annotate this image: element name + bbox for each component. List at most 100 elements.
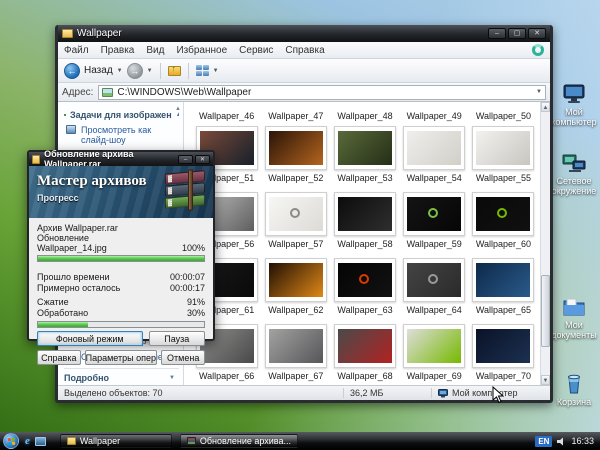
menu-item[interactable]: Сервис [239,45,273,56]
scrollbar-thumb[interactable] [541,275,550,347]
background-mode-button[interactable]: Фоновый режим [37,331,143,346]
chevron-down-icon[interactable]: ▼ [169,375,175,381]
thumbnail-accent [359,274,369,284]
minimize-button[interactable]: – [488,28,506,39]
vertical-scrollbar[interactable]: ▲ ▼ [540,102,550,385]
scroll-down-icon[interactable]: ▼ [541,375,550,385]
thumbnail-label: Wallpaper_66 [192,371,261,381]
picture-folder-icon [102,88,113,97]
back-button[interactable]: ← [64,63,80,79]
mouse-cursor [492,386,504,404]
views-dropdown-icon[interactable]: ▼ [213,68,219,74]
file-thumbnail[interactable]: Wallpaper_53 [330,126,399,192]
dialog-titlebar[interactable]: Обновление архива Wallpaper.rar – ✕ [29,152,213,166]
desktop-icon-my-documents[interactable]: Мои документы [546,296,600,340]
start-button[interactable] [3,433,19,449]
thumbnail-label: Wallpaper_48 [330,111,399,121]
picture-task[interactable]: Просмотреть как слайд-шоу [66,125,179,145]
chevron-up-icon[interactable]: ▲ [176,112,179,118]
file-thumbnail[interactable]: Wallpaper_62 [261,258,330,324]
forward-dropdown-icon[interactable]: ▼ [147,68,153,74]
thumbnail-label: Wallpaper_57 [261,239,330,249]
menu-item[interactable]: Вид [146,45,164,56]
language-indicator[interactable]: EN [535,436,552,447]
taskbar-button-winrar[interactable]: Обновление архива... [180,434,298,448]
stat-value: 00:00:07 [170,272,205,282]
address-dropdown-icon[interactable]: ▼ [536,89,542,95]
maximize-button[interactable]: ▢ [508,28,526,39]
desktop-icon-network-places[interactable]: Сетевое окружение [546,152,600,196]
volume-icon[interactable] [557,437,566,446]
folder-up-icon[interactable] [168,66,181,76]
cancel-button[interactable]: Отмена [161,350,205,365]
sidebar-scroll-up-icon[interactable]: ▲ [175,106,181,112]
dialog-close-button[interactable]: ✕ [195,155,210,164]
picture-tasks-header[interactable]: Задачи для изображен ▲ [64,110,179,120]
my-documents-icon [561,296,587,318]
explorer-titlebar[interactable]: Wallpaper – ▢ ✕ [58,25,550,42]
taskbar-clock[interactable]: 16:33 [571,436,594,446]
file-thumbnail[interactable]: Wallpaper_63 [330,258,399,324]
file-thumbnail[interactable]: Wallpaper_68 [330,324,399,385]
taskbar-button-wallpaper[interactable]: Wallpaper [60,434,172,448]
file-thumbnail[interactable]: Wallpaper_48 [330,108,399,126]
file-thumbnail[interactable]: Wallpaper_47 [261,108,330,126]
help-button[interactable]: Справка [37,350,81,365]
menu-bar: Файл Правка Вид Избранное Сервис Справка [58,42,550,59]
back-dropdown-icon[interactable]: ▼ [117,68,123,74]
back-button-label[interactable]: Назад [84,65,113,76]
picture-tasks-icon [64,114,66,116]
dialog-minimize-button[interactable]: – [178,155,193,164]
internet-explorer-icon[interactable]: e [25,435,30,447]
file-thumbnail[interactable]: Wallpaper_57 [261,192,330,258]
desktop-icon-my-computer[interactable]: Мой компьютер [546,83,600,127]
thumbnail-frame [334,192,396,236]
forward-button[interactable]: → [127,63,143,79]
file-thumbnail[interactable]: Wallpaper_60 [469,192,538,258]
file-thumbnail[interactable]: Wallpaper_49 [400,108,469,126]
views-icon[interactable] [196,65,209,76]
desktop-icon-recycle-bin[interactable]: Корзина [546,373,600,407]
show-desktop-icon[interactable] [35,437,46,446]
file-thumbnail[interactable]: Wallpaper_52 [261,126,330,192]
menu-item[interactable]: Избранное [176,45,227,56]
window-title: Wallpaper [77,28,122,39]
file-thumbnail[interactable]: Wallpaper_59 [400,192,469,258]
file-thumbnail[interactable]: Wallpaper_50 [469,108,538,126]
archive-name: Архив Wallpaper.rar [37,223,205,233]
file-thumbnail[interactable]: Wallpaper_58 [330,192,399,258]
stat-value: 30% [187,308,205,318]
scrollbar-track[interactable] [541,112,550,375]
file-thumbnail[interactable]: Wallpaper_65 [469,258,538,324]
address-label: Адрес: [62,87,93,98]
thumbnail-image [269,197,323,231]
thumbnail-image [476,197,530,231]
desktop-icon-label: Мой компьютер [546,107,600,127]
address-input-box[interactable]: ▼ [98,85,546,100]
picture-task-icon [66,125,76,134]
scroll-up-icon[interactable]: ▲ [541,102,550,112]
file-thumbnail[interactable]: Wallpaper_64 [400,258,469,324]
thumbnail-row: Wallpaper_61Wallpaper_62Wallpaper_63Wall… [192,258,538,324]
file-thumbnail[interactable]: Wallpaper_54 [400,126,469,192]
address-input[interactable] [117,87,532,98]
status-size: 36,2 МБ [344,388,432,398]
status-selection: Выделено объектов: 70 [58,388,344,398]
quick-launch: e [25,435,46,447]
file-thumbnail[interactable]: Wallpaper_46 [192,108,261,126]
thumbnail-row: Wallpaper_56Wallpaper_57Wallpaper_58Wall… [192,192,538,258]
close-button[interactable]: ✕ [528,28,546,39]
thumbnail-image [407,329,461,363]
operation-name: Обновление [37,233,205,243]
file-thumbnail[interactable]: Wallpaper_70 [469,324,538,385]
menu-item[interactable]: Файл [64,45,89,56]
stat-label: Обработано [37,308,88,318]
operation-options-button[interactable]: Параметры операции... [85,350,158,365]
pause-button[interactable]: Пауза [149,331,205,346]
menu-item[interactable]: Правка [101,45,135,56]
file-thumbnail[interactable]: Wallpaper_67 [261,324,330,385]
dialog-banner: Мастер архивов Прогресс [29,166,213,218]
file-thumbnail[interactable]: Wallpaper_69 [400,324,469,385]
file-thumbnail[interactable]: Wallpaper_55 [469,126,538,192]
menu-item[interactable]: Справка [285,45,324,56]
